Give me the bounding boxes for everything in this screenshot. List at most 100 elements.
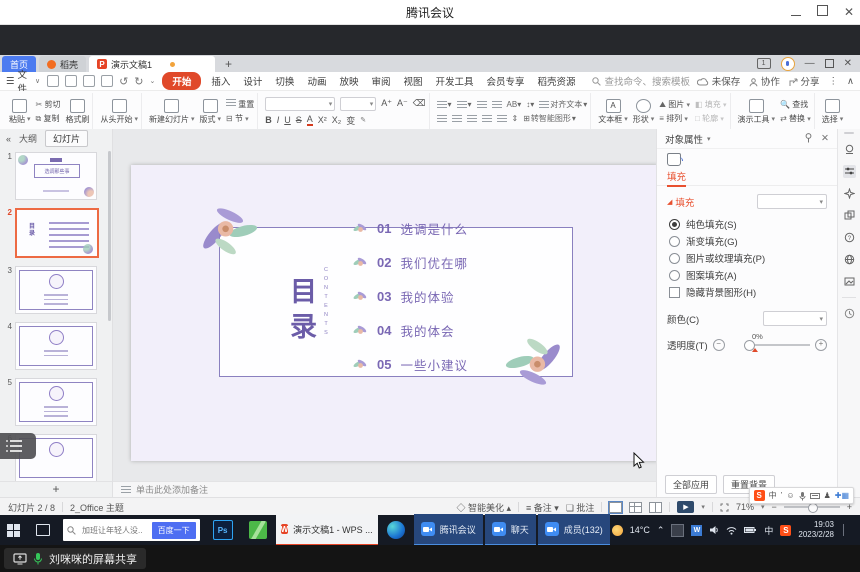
section-collapse-icon[interactable]: ◢ bbox=[667, 198, 672, 206]
menu-item-member[interactable]: 会员专享 bbox=[484, 73, 528, 89]
transparency-plus-button[interactable]: + bbox=[815, 339, 827, 351]
preview-icon[interactable] bbox=[101, 75, 113, 87]
menu-item-start[interactable]: 开始 bbox=[162, 72, 201, 90]
taskbar-search-input[interactable] bbox=[80, 525, 144, 536]
shapes-button[interactable]: 形状▾ bbox=[633, 99, 655, 125]
option-gradient-fill[interactable]: 渐变填充(G) bbox=[669, 234, 827, 248]
paste-button[interactable]: 粘贴▾ bbox=[9, 99, 31, 125]
tray-app-icon[interactable] bbox=[671, 524, 684, 537]
taskbar-green-app[interactable] bbox=[242, 515, 274, 545]
drag-handle[interactable] bbox=[844, 132, 854, 134]
sorter-view-icon[interactable] bbox=[629, 502, 642, 513]
editing-canvas[interactable]: 目录 CONTENTS 01 选调是什么 02 我们优在哪 bbox=[113, 129, 656, 497]
taskbar-edge[interactable] bbox=[380, 515, 412, 545]
sogou-ime-bar[interactable]: S 中 ’ ☺ ♟ ✚▦ bbox=[749, 487, 854, 504]
taskbar-clock[interactable]: 19:03 2023/2/28 bbox=[798, 520, 834, 540]
print-icon[interactable] bbox=[83, 75, 95, 87]
number-list-icon[interactable]: ▾ bbox=[457, 100, 472, 109]
distribute-icon[interactable] bbox=[497, 115, 507, 123]
minimize-icon[interactable] bbox=[791, 3, 801, 21]
select-button[interactable]: 选择▾ bbox=[822, 99, 844, 125]
decrease-font-icon[interactable]: A⁻ bbox=[397, 98, 408, 109]
font-color-button[interactable]: A bbox=[307, 114, 313, 126]
sogou-logo-icon[interactable]: S bbox=[754, 490, 765, 501]
format-painter-button[interactable]: 格式刷 bbox=[65, 99, 89, 125]
screen-share-chip[interactable]: 刘咪咪的屏幕共享 bbox=[4, 548, 146, 569]
text-effect-button[interactable]: 变 bbox=[346, 114, 355, 127]
outdent-icon[interactable] bbox=[477, 101, 487, 109]
notes-button[interactable]: ≡ 备注 ▾ bbox=[526, 501, 559, 514]
menu-item-review[interactable]: 审阅 bbox=[368, 73, 393, 89]
toc-item-2[interactable]: 02 我们优在哪 bbox=[353, 251, 468, 273]
ime-mic-icon[interactable] bbox=[799, 491, 806, 501]
taskbar-wps-window[interactable]: W 演示文稿1 - WPS ... bbox=[276, 514, 378, 546]
fill-tab[interactable]: 填充 bbox=[667, 169, 686, 187]
picture-button[interactable]: ⛰ 图片 ▾ bbox=[659, 99, 690, 110]
comments-button[interactable]: ❏ 批注 bbox=[566, 501, 595, 514]
add-slide-button[interactable]: + bbox=[0, 481, 112, 497]
wps-close-icon[interactable]: ✕ bbox=[844, 58, 852, 69]
notes-bar[interactable]: 单击此处添加备注 bbox=[113, 481, 656, 497]
play-options-icon[interactable]: ▾ bbox=[701, 503, 705, 511]
beautify-button[interactable]: ◇ 智能美化 ▴ bbox=[456, 501, 511, 514]
history-tool-icon[interactable] bbox=[843, 307, 856, 320]
quickbar-more-icon[interactable]: ⌄ bbox=[150, 77, 156, 85]
baidu-search-button[interactable]: 百度一下 bbox=[152, 522, 196, 539]
zoom-slider[interactable] bbox=[784, 506, 840, 508]
collaborate-button[interactable]: 协作 bbox=[749, 74, 780, 88]
speaker-icon[interactable] bbox=[709, 525, 719, 535]
reading-view-icon[interactable] bbox=[649, 502, 662, 513]
command-search[interactable]: 查找命令、搜索模板 bbox=[592, 74, 691, 88]
option-solid-fill[interactable]: 纯色填充(S) bbox=[669, 217, 827, 231]
option-picture-fill[interactable]: 图片或纹理填充(P) bbox=[669, 251, 827, 265]
zoom-knob[interactable] bbox=[808, 503, 818, 513]
collapse-ribbon-icon[interactable]: ∧ bbox=[847, 76, 854, 87]
play-from-start-button[interactable]: 从头开始▾ bbox=[100, 99, 138, 125]
outline-tab[interactable]: 大纲 bbox=[19, 132, 37, 145]
fit-window-icon[interactable] bbox=[720, 503, 729, 512]
slider-knob[interactable] bbox=[744, 340, 755, 351]
share-button[interactable]: 分享 bbox=[789, 74, 820, 88]
properties-tool-icon[interactable] bbox=[843, 165, 856, 178]
new-slide-button[interactable]: 新建幻灯片▾ bbox=[149, 99, 195, 125]
network-icon[interactable] bbox=[726, 526, 737, 535]
menu-item-devtools[interactable]: 开发工具 bbox=[433, 73, 477, 89]
bullet-list-icon[interactable]: ▾ bbox=[437, 100, 452, 109]
meeting-mic-icon[interactable] bbox=[781, 57, 795, 71]
bold-button[interactable]: B bbox=[265, 115, 272, 125]
char-spacing-icon[interactable]: AB▾ bbox=[507, 100, 522, 109]
align-center-icon[interactable] bbox=[452, 115, 462, 123]
undo-icon[interactable]: ↺ bbox=[119, 75, 128, 88]
battery-icon[interactable] bbox=[744, 526, 757, 534]
taskbar-members-window[interactable]: 成员(132) bbox=[538, 514, 610, 546]
transparency-minus-button[interactable]: − bbox=[713, 339, 725, 351]
more-menu-icon[interactable]: ⋮ bbox=[829, 76, 839, 87]
slides-tab[interactable]: 幻灯片 bbox=[45, 130, 88, 147]
align-text-button[interactable]: 对齐文本 ▾ bbox=[539, 99, 587, 110]
find-button[interactable]: 🔍 查找 bbox=[780, 99, 811, 110]
wps-minimize-icon[interactable]: — bbox=[805, 58, 815, 69]
ime-indicator[interactable]: 中 bbox=[764, 524, 773, 537]
slide-thumbnail-5[interactable] bbox=[15, 378, 97, 426]
layout-button[interactable]: 版式▾ bbox=[199, 99, 221, 125]
close-icon[interactable]: ✕ bbox=[844, 7, 854, 17]
align-right-icon[interactable] bbox=[467, 115, 477, 123]
export-icon[interactable] bbox=[65, 75, 77, 87]
toc-title[interactable]: 目录 bbox=[286, 277, 316, 347]
slide-thumbnail-4[interactable] bbox=[15, 322, 97, 370]
normal-view-icon[interactable] bbox=[609, 502, 622, 513]
cut-button[interactable]: ✂ 剪切 bbox=[36, 99, 61, 110]
pin-icon[interactable] bbox=[804, 133, 813, 143]
taskbar-search[interactable]: 百度一下 bbox=[63, 519, 200, 541]
menu-item-slideshow[interactable]: 放映 bbox=[336, 73, 361, 89]
slide-thumbnail-3[interactable] bbox=[15, 266, 97, 314]
sidebar-scrollbar[interactable] bbox=[108, 151, 111, 321]
subscript-button[interactable]: X₂ bbox=[332, 115, 342, 125]
align-left-icon[interactable] bbox=[437, 115, 447, 123]
window-badge[interactable]: 1 bbox=[757, 58, 771, 69]
to-smartart-button[interactable]: ⊞ 转智能图形 ▾ bbox=[523, 113, 576, 124]
save-icon[interactable] bbox=[47, 75, 59, 87]
tray-wps-icon[interactable]: W bbox=[691, 525, 702, 536]
highlight-color-icon[interactable]: ✎ bbox=[360, 116, 366, 124]
taskbar-chat-window[interactable]: 聊天 bbox=[485, 514, 536, 546]
